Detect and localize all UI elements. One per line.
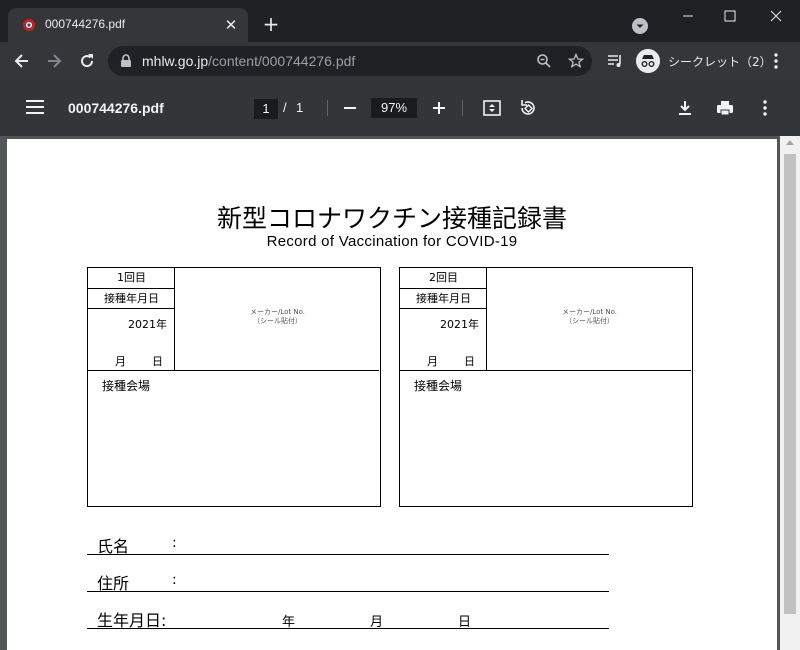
dose-2-label: 2回目: [400, 268, 487, 289]
document-title: 新型コロナワクチン接種記録書: [216, 204, 567, 233]
window-close-icon[interactable]: [764, 6, 788, 26]
dose-1-maker-line1: メーカー/Lot No.: [249, 308, 305, 316]
incognito-button[interactable]: シークレット（2）: [636, 47, 776, 75]
dose-2-venue-label: 接種会場: [414, 379, 463, 393]
dose-1-date-section: 1回目 接種年月日 2021年 月 日: [88, 268, 175, 371]
zoom-in-icon[interactable]: [430, 99, 448, 117]
dose-2-record: 2回目 接種年月日 2021年 月 日 メーカー/Lot No. （シール貼付）…: [399, 267, 693, 507]
dose-1-month: 月: [115, 355, 126, 368]
url-text[interactable]: mhlw.go.jp/content/000744276.pdf: [142, 53, 355, 69]
dose-1-record: 1回目 接種年月日 2021年 月 日 メーカー/Lot No. （シール貼付）…: [87, 267, 381, 507]
dose-2-day: 日: [464, 355, 475, 368]
dose-2-date-label: 接種年月日: [400, 289, 487, 309]
pdf-title: 000744276.pdf: [68, 100, 164, 116]
dose-1-day: 日: [152, 355, 163, 368]
incognito-icon: [636, 49, 660, 73]
document-subtitle: Record of Vaccination for COVID-19: [266, 233, 518, 250]
dose-1-maker-lot: メーカー/Lot No. （シール貼付）: [176, 308, 379, 326]
dose-2-maker-line1: メーカー/Lot No.: [561, 308, 617, 316]
birthdate-label: 生年月日:: [97, 611, 167, 630]
fit-page-icon[interactable]: [482, 98, 502, 118]
maximize-icon[interactable]: [718, 6, 742, 26]
browser-toolbar: mhlw.go.jp/content/000744276.pdf シークレット（…: [0, 42, 800, 80]
dose-1-label: 1回目: [88, 268, 175, 289]
page-separator: /: [283, 100, 287, 115]
dose-2-maker-lot: メーカー/Lot No. （シール貼付）: [488, 308, 691, 326]
rotate-icon[interactable]: [518, 98, 538, 118]
pdf-page: 新型コロナワクチン接種記録書 Record of Vaccination for…: [7, 139, 777, 650]
dose-1-header: 1回目 接種年月日 2021年 月 日 メーカー/Lot No. （シール貼付）: [88, 268, 379, 371]
tab-title: 000744276.pdf: [45, 17, 126, 31]
zoom-out-icon[interactable]: [341, 99, 359, 117]
birthdate-field: 生年月日: 年 月 日: [87, 605, 609, 630]
dose-2-date-section: 2回目 接種年月日 2021年 月 日: [400, 268, 487, 371]
dose-2-month: 月: [427, 355, 438, 368]
zoom-level[interactable]: 97%: [371, 98, 417, 118]
address-colon: :: [172, 572, 177, 588]
name-colon: :: [172, 535, 177, 551]
scroll-up-icon[interactable]: [786, 140, 794, 145]
name-field: 氏名 :: [87, 531, 609, 556]
birth-day-unit: 日: [458, 615, 472, 630]
pdf-toolbar: 000744276.pdf 1 / 1 97%: [0, 80, 800, 136]
toolbar-divider: [462, 100, 463, 116]
dose-1-year: 2021年: [128, 318, 167, 331]
minimize-icon[interactable]: [676, 6, 700, 26]
incognito-label: シークレット（2）: [668, 55, 772, 69]
forward-icon[interactable]: [44, 51, 64, 71]
new-tab-button[interactable]: +: [260, 14, 282, 36]
tab-strip: 000744276.pdf ✕ +: [0, 0, 800, 42]
tab-close-icon[interactable]: ✕: [222, 16, 240, 34]
page-number-input[interactable]: 1: [254, 99, 278, 119]
address-field: 住所 :: [87, 568, 609, 593]
tab-search-icon[interactable]: [632, 18, 648, 34]
dose-1-maker-line2: （シール貼付）: [253, 317, 302, 325]
dose-1-venue-label: 接種会場: [102, 379, 151, 393]
birth-month-unit: 月: [370, 615, 384, 630]
dose-2-header: 2回目 接種年月日 2021年 月 日 メーカー/Lot No. （シール貼付）: [400, 268, 691, 371]
address-label: 住所: [97, 574, 130, 593]
page-total: 1: [296, 100, 304, 115]
hamburger-icon[interactable]: [26, 100, 44, 114]
lock-icon[interactable]: [120, 54, 132, 68]
dose-1-date-label: 接種年月日: [88, 289, 175, 309]
browser-menu-icon[interactable]: [768, 50, 784, 72]
toolbar-divider: [327, 100, 328, 116]
scrollbar-thumb[interactable]: [784, 154, 796, 614]
favicon-icon: [23, 19, 35, 31]
name-label: 氏名: [97, 537, 130, 556]
download-icon[interactable]: [675, 98, 695, 118]
more-icon[interactable]: [755, 98, 775, 118]
back-icon[interactable]: [12, 51, 32, 71]
zoom-icon[interactable]: [536, 53, 552, 69]
scrollbar[interactable]: [780, 136, 800, 650]
media-icon[interactable]: [606, 52, 626, 70]
browser-tab[interactable]: 000744276.pdf ✕: [8, 8, 248, 42]
birth-year-unit: 年: [282, 615, 296, 630]
star-icon[interactable]: [568, 53, 584, 69]
dose-2-maker-line2: （シール貼付）: [565, 317, 614, 325]
dose-2-year: 2021年: [440, 318, 479, 331]
address-bar[interactable]: mhlw.go.jp/content/000744276.pdf: [108, 46, 592, 76]
reload-icon[interactable]: [77, 51, 97, 71]
print-icon[interactable]: [715, 98, 735, 118]
